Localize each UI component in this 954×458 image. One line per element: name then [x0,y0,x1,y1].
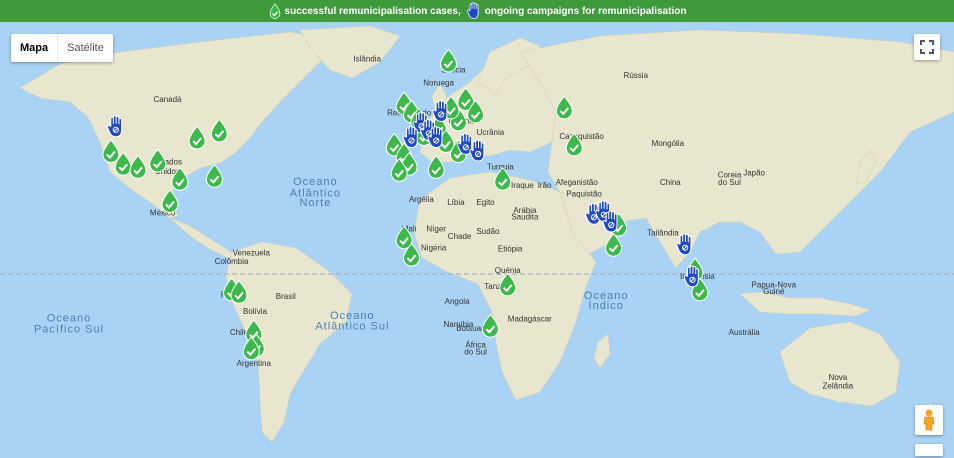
country-label: Rússia [624,71,649,80]
country-label: Irão [538,181,552,190]
legend-success-text: successful remunicipalisation cases, [284,5,461,17]
country-label: Egito [476,198,495,207]
map-type-map-button[interactable]: Mapa [11,34,59,62]
country-label: China [660,178,681,187]
success-marker[interactable] [205,164,223,188]
ocean-label: Norte [299,197,331,209]
country-label: do Sul [464,347,487,356]
country-label: Saudita [511,213,539,222]
central-america-landmass [169,217,237,259]
legend-ongoing-text: ongoing campaigns for remunicipalisation [484,5,687,17]
country-label: Níger [426,225,446,234]
country-label: Angola [445,297,470,306]
map-canvas[interactable]: IslândiaSuéciaNoruegaRússiaCanadáReino U… [0,22,954,453]
country-label: Mongólia [652,139,685,148]
country-label: Noruega [423,79,454,88]
country-label: Islândia [353,54,381,63]
country-label: Nigéria [421,244,447,253]
country-label: Paquistão [566,189,602,198]
zoom-control[interactable] [915,444,943,456]
australia-landmass [779,321,901,407]
country-label: Japão [743,169,765,178]
ocean-label: Oceano [293,176,338,188]
country-label: Argentina [237,359,272,368]
country-label: Sudão [476,227,500,236]
map-type-control[interactable]: Mapa Satélite [11,34,113,62]
ongoing-marker[interactable] [683,265,699,288]
country-label: Chade [448,232,472,241]
fullscreen-icon [920,40,934,54]
country-label: Colômbia [215,257,249,266]
south-america-landmass [225,241,353,443]
legend-bar: successful remunicipalisation cases, ong… [0,0,954,22]
indonesia-landmass [739,291,871,317]
ocean-label: Atlântico Sul [315,321,389,333]
map-type-satellite-button[interactable]: Satélite [58,34,113,62]
greenland-landmass [299,25,401,79]
success-drop-icon [268,2,282,20]
pegman-icon [923,409,935,431]
country-label: Ucrânia [477,128,505,137]
country-label: Tailândia [647,228,679,237]
country-label: Etiópia [498,245,523,254]
country-label: Bolívia [243,307,268,316]
country-label: Líbia [447,198,465,207]
madagascar-landmass [593,333,611,369]
country-label: Guiné [763,287,785,296]
ocean-label: Pacífico Sul [34,323,104,335]
world-map[interactable]: IslândiaSuéciaNoruegaRússiaCanadáReino U… [0,22,954,453]
ocean-label: Índico [589,299,624,312]
ongoing-hand-icon [466,2,482,20]
country-label: Austrália [729,328,761,337]
fullscreen-button[interactable] [914,34,940,60]
country-label: Afeganistão [556,178,599,187]
country-label: Brasil [276,292,296,301]
street-view-button[interactable] [915,405,943,435]
country-label: do Sul [718,178,741,187]
country-label: Zelândia [823,381,854,390]
country-label: Madagáscar [508,315,552,324]
country-label: Argélia [409,195,434,204]
country-label: Cazaquistão [559,132,604,141]
country-label: Canadá [153,95,182,104]
country-label: Iraque [511,181,534,190]
success-marker[interactable] [439,48,458,73]
